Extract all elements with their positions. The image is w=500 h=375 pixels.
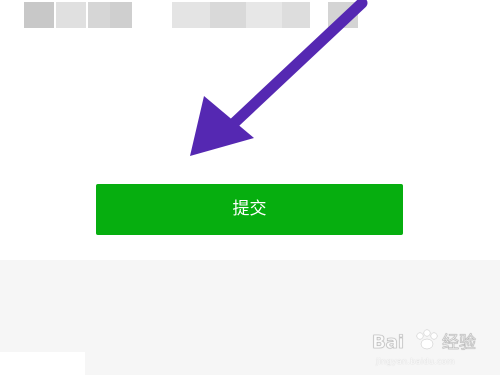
blur-tile <box>246 2 282 28</box>
blur-tile <box>210 2 246 28</box>
blur-tile <box>56 2 86 28</box>
watermark-domain: jingyan.baidu.com <box>376 357 455 366</box>
blur-tile <box>282 2 310 28</box>
submit-button[interactable]: 提交 <box>96 184 403 235</box>
baidu-jingyan-watermark: Bai 经验 jingyan.baidu.com <box>370 324 490 366</box>
blur-tile <box>328 2 358 28</box>
svg-text:Bai: Bai <box>372 332 404 353</box>
svg-text:经验: 经验 <box>442 333 476 353</box>
footer-corner-block <box>0 352 85 375</box>
blur-tile <box>110 2 132 28</box>
blur-tile <box>24 2 54 28</box>
blurred-header <box>0 0 500 30</box>
blur-tile <box>88 2 110 28</box>
blur-tile <box>172 2 210 28</box>
